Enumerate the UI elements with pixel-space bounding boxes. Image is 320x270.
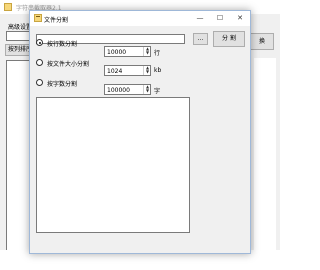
radio-selected-dot — [38, 41, 41, 44]
lines-unit-label: 行 — [154, 50, 161, 57]
background-right-panel — [254, 58, 276, 250]
file-split-dialog: 文件分割 — ☐ ✕ ... 分 割 按行数分割 10000 ▲ ▼ 行 按文件… — [29, 10, 251, 254]
spin-down-icon[interactable]: ▼ — [144, 70, 151, 74]
spinner-buttons[interactable]: ▲ ▼ — [143, 66, 151, 75]
sort-by-column-button[interactable]: 按列排序 — [5, 44, 31, 56]
spinner-buttons[interactable]: ▲ ▼ — [143, 47, 151, 56]
size-unit-label: kb — [154, 67, 162, 74]
split-by-chars-label[interactable]: 按字数分割 — [47, 79, 77, 88]
replace-button[interactable]: 换 — [250, 33, 274, 50]
browse-button[interactable]: ... — [193, 33, 208, 45]
maximize-icon[interactable]: ☐ — [212, 13, 228, 24]
radio-button-checked[interactable] — [36, 39, 43, 46]
split-by-size-label[interactable]: 按文件大小分割 — [47, 59, 89, 68]
split-by-lines-label[interactable]: 按行数分割 — [47, 39, 77, 48]
char-count-spinner[interactable]: 100000 ▲ ▼ — [104, 84, 151, 95]
app-icon — [4, 3, 12, 11]
lines-count-spinner[interactable]: 10000 ▲ ▼ — [104, 46, 151, 57]
spinner-buttons[interactable]: ▲ ▼ — [143, 85, 151, 94]
dialog-title: 文件分割 — [44, 17, 69, 24]
file-size-spinner[interactable]: 1024 ▲ ▼ — [104, 65, 151, 76]
dialog-app-icon — [34, 14, 42, 22]
radio-button[interactable] — [36, 59, 43, 66]
background-text-field[interactable] — [6, 31, 30, 41]
spin-down-icon[interactable]: ▼ — [144, 51, 151, 55]
lines-count-value[interactable]: 10000 — [107, 49, 126, 56]
minimize-icon[interactable]: — — [192, 13, 208, 24]
char-count-value[interactable]: 100000 — [107, 87, 130, 94]
close-icon[interactable]: ✕ — [232, 13, 248, 24]
output-text-area[interactable] — [36, 97, 190, 233]
background-list-area[interactable] — [6, 60, 30, 250]
file-size-value[interactable]: 1024 — [107, 68, 122, 75]
chars-unit-label: 字 — [154, 88, 161, 95]
split-button[interactable]: 分 割 — [213, 31, 245, 47]
dialog-titlebar[interactable]: 文件分割 — ☐ ✕ — [30, 11, 250, 26]
spin-down-icon[interactable]: ▼ — [144, 89, 151, 93]
radio-button[interactable] — [36, 79, 43, 86]
